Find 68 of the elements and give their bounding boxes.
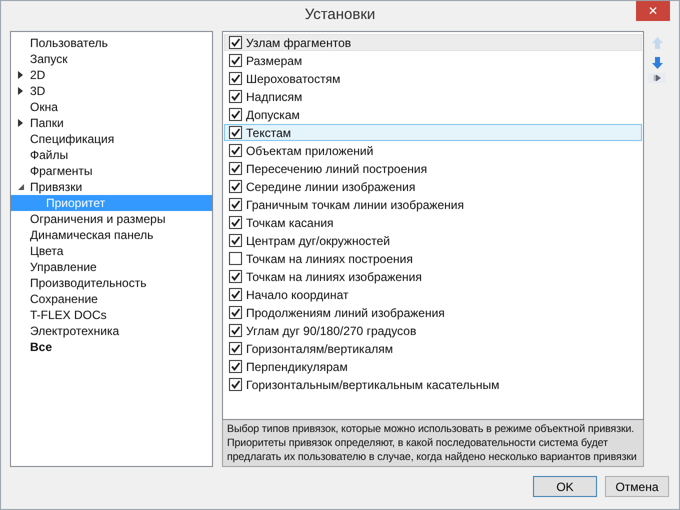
overflow-chevron-icon[interactable]	[648, 73, 666, 83]
move-down-arrow-icon[interactable]	[652, 57, 662, 69]
description-text: Выбор типов привязок, которые можно использовать в режиме объектной привязки. Приоритеты привязок определяют, в какой последовательности система будет предлагать их пользователю в случае, когда найдено несколько вариантов привязки	[222, 420, 644, 467]
checkbox-label[interactable]: Точкам касания	[246, 216, 334, 230]
checkbox-label[interactable]: Начало координат	[246, 288, 349, 302]
checkbox-label[interactable]: Размерам	[246, 54, 302, 68]
checkbox[interactable]	[229, 252, 242, 265]
tree-item[interactable]: Файлы	[11, 147, 212, 163]
checkbox[interactable]	[229, 72, 242, 85]
checkbox-label[interactable]: Объектам приложений	[246, 144, 374, 158]
checkbox[interactable]	[229, 234, 242, 247]
list-row-highlight[interactable]: Текстам	[224, 124, 642, 141]
tree-item[interactable]: Спецификация	[11, 131, 212, 147]
checkbox-label[interactable]: Середине линии изображения	[246, 180, 416, 194]
checkbox-label[interactable]: Граничным точкам линии изображения	[246, 198, 464, 212]
tree-item[interactable]: T-FLEX DOCs	[11, 307, 212, 323]
list-row-highlight[interactable]: Узлам фрагментов	[224, 34, 642, 51]
tree-item[interactable]: Окна	[11, 99, 212, 115]
checkbox[interactable]	[229, 288, 242, 301]
checkbox-label[interactable]: Текстам	[246, 126, 291, 140]
dialog-button[interactable]: OK	[533, 476, 597, 497]
checkbox[interactable]	[229, 360, 242, 373]
checkbox[interactable]	[229, 54, 242, 67]
checkbox[interactable]	[229, 36, 242, 49]
checkbox[interactable]	[229, 324, 242, 337]
checkbox[interactable]	[229, 108, 242, 121]
tree-item[interactable]: Сохранение	[11, 291, 212, 307]
checkbox-label[interactable]: Горизонталям/вертикалям	[246, 342, 393, 356]
checkbox-label[interactable]: Шероховатостям	[246, 72, 340, 86]
checkbox-label[interactable]: Точкам на линиях изображения	[246, 270, 422, 284]
checkbox-label[interactable]: Центрам дуг/окружностей	[246, 234, 390, 248]
window-title: Установки	[304, 6, 376, 23]
checkbox[interactable]	[229, 342, 242, 355]
checkbox[interactable]	[229, 126, 242, 139]
checkbox-label[interactable]: Перпендикулярам	[246, 360, 348, 374]
tree-item[interactable]: Пользователь	[11, 35, 212, 51]
tree-item[interactable]: Электротехника	[11, 323, 212, 339]
tree-item[interactable]: Папки	[11, 115, 212, 131]
tree-item[interactable]: Ограничения и размеры	[11, 211, 212, 227]
checkbox-label[interactable]: Точкам на линиях построения	[246, 252, 413, 266]
checkbox-label[interactable]: Пересечению линий построения	[246, 162, 428, 176]
checkbox[interactable]	[229, 270, 242, 283]
dialog-button[interactable]: Отмена	[605, 476, 669, 497]
tree-item[interactable]: Все	[11, 339, 212, 355]
checkbox-label[interactable]: Допускам	[246, 108, 300, 122]
checkbox[interactable]	[229, 378, 242, 391]
checkbox-label[interactable]: Продолжениям линий изображения	[246, 306, 445, 320]
tree-item[interactable]: Управление	[11, 259, 212, 275]
tree-item[interactable]: 3D	[11, 83, 212, 99]
checkbox[interactable]	[229, 198, 242, 211]
close-button[interactable]: ✕	[636, 1, 670, 21]
tree-item[interactable]: Запуск	[11, 51, 212, 67]
checkbox[interactable]	[229, 216, 242, 229]
checkbox[interactable]	[229, 180, 242, 193]
tree-item[interactable]: 2D	[11, 67, 212, 83]
checkbox-label[interactable]: Надписям	[246, 90, 302, 104]
tree-item[interactable]: Цвета	[11, 243, 212, 259]
checkbox-label[interactable]: Узлам фрагментов	[246, 36, 352, 50]
tree-item[interactable]: Привязки	[11, 179, 212, 195]
checkbox[interactable]	[229, 90, 242, 103]
checkbox-label[interactable]: Углам дуг 90/180/270 градусов	[246, 324, 416, 338]
tree-item[interactable]: Фрагменты	[11, 163, 212, 179]
checkbox[interactable]	[229, 144, 242, 157]
tree-item[interactable]: Динамическая панель	[11, 227, 212, 243]
checkbox[interactable]	[229, 306, 242, 319]
checkbox[interactable]	[229, 162, 242, 175]
tree-item[interactable]: Производительность	[11, 275, 212, 291]
checkbox-label[interactable]: Горизонтальным/вертикальным касательным	[246, 378, 500, 392]
